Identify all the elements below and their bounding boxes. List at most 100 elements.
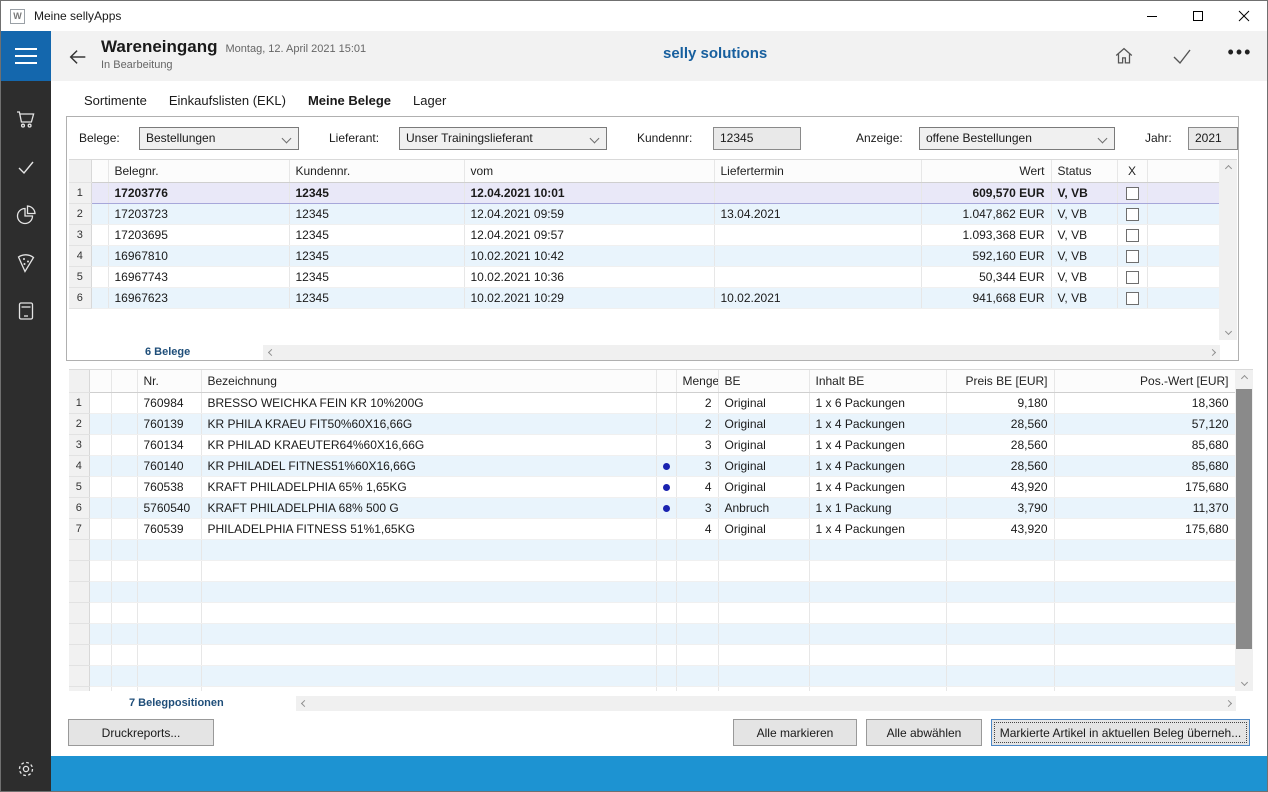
- cell-select: [1117, 266, 1147, 287]
- tab-lager[interactable]: Lager: [413, 91, 446, 110]
- orders-horizontal-scrollbar[interactable]: [263, 345, 1220, 360]
- cell-marker: [656, 476, 676, 497]
- empty-cell: [201, 539, 656, 560]
- app-window: W Meine sellyApps: [0, 0, 1268, 792]
- filter-row: Belege: Bestellungen Lieferant: Unser Tr…: [67, 125, 1238, 151]
- close-button[interactable]: [1221, 1, 1267, 31]
- tab-sortimente[interactable]: Sortimente: [84, 91, 147, 110]
- orders-row[interactable]: 3172036951234512.04.2021 09:571.093,368 …: [69, 224, 1219, 245]
- header-be[interactable]: BE: [718, 370, 809, 392]
- header-belegnr[interactable]: Belegnr.: [108, 160, 289, 182]
- scroll-left-icon[interactable]: [263, 345, 279, 360]
- empty-cell: [137, 581, 201, 602]
- cell-pos-wert: 18,360: [1054, 392, 1235, 413]
- home-icon[interactable]: [1111, 43, 1137, 69]
- scroll-left-icon[interactable]: [296, 696, 312, 711]
- menu-icon[interactable]: [1, 31, 51, 81]
- header-status[interactable]: Status: [1051, 160, 1117, 182]
- positions-header-row: Nr. Bezeichnung Menge BE Inhalt BE Preis…: [69, 370, 1235, 392]
- orders-row[interactable]: 2172037231234512.04.2021 09:5913.04.2021…: [69, 203, 1219, 224]
- cell-bezeichnung: KRAFT PHILADELPHIA 65% 1,65KG: [201, 476, 656, 497]
- cell-nr: 760139: [137, 413, 201, 434]
- row-checkbox[interactable]: [1126, 229, 1139, 242]
- cell-wert: 941,668 EUR: [921, 287, 1051, 308]
- chevron-down-icon: [282, 133, 292, 143]
- scroll-right-icon[interactable]: [1204, 345, 1220, 360]
- cell-inhalt-be: 1 x 4 Packungen: [809, 518, 946, 539]
- row-checkbox[interactable]: [1126, 292, 1139, 305]
- header-nr[interactable]: Nr.: [137, 370, 201, 392]
- orders-groupbox: Belege: Bestellungen Lieferant: Unser Tr…: [66, 116, 1239, 361]
- belege-select[interactable]: Bestellungen: [139, 127, 299, 150]
- pie-chart-icon[interactable]: [14, 203, 38, 227]
- scrollbar-thumb[interactable]: [1236, 389, 1252, 649]
- scroll-up-icon[interactable]: [1235, 370, 1253, 387]
- orders-row[interactable]: 6169676231234510.02.2021 10:2910.02.2021…: [69, 287, 1219, 308]
- kundennr-input[interactable]: [713, 127, 801, 150]
- pizza-icon[interactable]: [14, 251, 38, 275]
- positions-row[interactable]: 2760139KR PHILA KRAEU FIT50%60X16,66G2Or…: [69, 413, 1235, 434]
- gear-icon[interactable]: [14, 757, 38, 781]
- positions-vertical-scrollbar[interactable]: [1235, 370, 1253, 691]
- row-checkbox[interactable]: [1126, 250, 1139, 263]
- positions-row[interactable]: 65760540KRAFT PHILADELPHIA 68% 500 G3Anb…: [69, 497, 1235, 518]
- header-vom[interactable]: vom: [464, 160, 714, 182]
- scroll-right-icon[interactable]: [1220, 696, 1236, 711]
- row-checkbox[interactable]: [1126, 271, 1139, 284]
- cell-select: [1117, 203, 1147, 224]
- confirm-check-icon[interactable]: [1169, 43, 1195, 69]
- empty-cell: [201, 644, 656, 665]
- tab-einkaufslisten[interactable]: Einkaufslisten (EKL): [169, 91, 286, 110]
- empty-cell: [69, 539, 89, 560]
- header-menge[interactable]: Menge: [676, 370, 718, 392]
- header-bezeichnung[interactable]: Bezeichnung: [201, 370, 656, 392]
- spacer-cell: [91, 182, 108, 203]
- check-icon[interactable]: [14, 155, 38, 179]
- tab-meine-belege[interactable]: Meine Belege: [308, 91, 391, 110]
- positions-row[interactable]: 5760538KRAFT PHILADELPHIA 65% 1,65KG4Ori…: [69, 476, 1235, 497]
- row-checkbox[interactable]: [1126, 187, 1139, 200]
- scroll-down-icon[interactable]: [1219, 323, 1237, 340]
- more-options-icon[interactable]: •••: [1227, 43, 1253, 69]
- orders-vertical-scrollbar[interactable]: [1219, 160, 1237, 340]
- empty-cell: [137, 623, 201, 644]
- minimize-button[interactable]: [1129, 1, 1175, 31]
- cell-marker: [656, 434, 676, 455]
- back-button[interactable]: [65, 44, 91, 70]
- header-wert[interactable]: Wert: [921, 160, 1051, 182]
- empty-cell: [809, 602, 946, 623]
- jahr-input[interactable]: [1188, 127, 1238, 150]
- header-inhalt-be[interactable]: Inhalt BE: [809, 370, 946, 392]
- cell-vom: 12.04.2021 09:57: [464, 224, 714, 245]
- row-checkbox[interactable]: [1126, 208, 1139, 221]
- header-liefertermin[interactable]: Liefertermin: [714, 160, 921, 182]
- orders-row[interactable]: 1172037761234512.04.2021 10:01609,570 EU…: [69, 182, 1219, 203]
- empty-cell: [809, 686, 946, 691]
- orders-row[interactable]: 5169677431234510.02.2021 10:3650,344 EUR…: [69, 266, 1219, 287]
- uebernehmen-button[interactable]: Markierte Artikel in aktuellen Beleg übe…: [991, 719, 1250, 746]
- positions-row[interactable]: 3760134KR PHILAD KRAEUTER64%60X16,66G3Or…: [69, 434, 1235, 455]
- orders-row[interactable]: 4169678101234510.02.2021 10:42592,160 EU…: [69, 245, 1219, 266]
- positions-row[interactable]: 4760140KR PHILADEL FITNES51%60X16,66G3Or…: [69, 455, 1235, 476]
- positions-horizontal-scrollbar[interactable]: [296, 696, 1236, 711]
- positions-row[interactable]: 7760539PHILADELPHIA FITNESS 51%1,65KG4Or…: [69, 518, 1235, 539]
- anzeige-select[interactable]: offene Bestellungen: [919, 127, 1115, 150]
- book-icon[interactable]: [14, 299, 38, 323]
- cart-icon[interactable]: [14, 107, 38, 131]
- empty-cell: [137, 686, 201, 691]
- scroll-down-icon[interactable]: [1235, 674, 1253, 691]
- alle-markieren-button[interactable]: Alle markieren: [733, 719, 857, 746]
- lieferant-select[interactable]: Unser Trainingslieferant: [399, 127, 607, 150]
- header-filler: [1147, 160, 1219, 182]
- empty-cell: [89, 560, 111, 581]
- header-kundennr[interactable]: Kundennr.: [289, 160, 464, 182]
- scroll-up-icon[interactable]: [1219, 160, 1237, 177]
- druckreports-button[interactable]: Druckreports...: [68, 719, 214, 746]
- header-preis-be[interactable]: Preis BE [EUR]: [946, 370, 1054, 392]
- alle-abwaehlen-button[interactable]: Alle abwählen: [866, 719, 982, 746]
- header-select[interactable]: X: [1117, 160, 1147, 182]
- positions-row[interactable]: 1760984BRESSO WEICHKA FEIN KR 10%200G2Or…: [69, 392, 1235, 413]
- header-pos-wert[interactable]: Pos.-Wert [EUR]: [1054, 370, 1235, 392]
- maximize-button[interactable]: [1175, 1, 1221, 31]
- spacer-cell: [91, 287, 108, 308]
